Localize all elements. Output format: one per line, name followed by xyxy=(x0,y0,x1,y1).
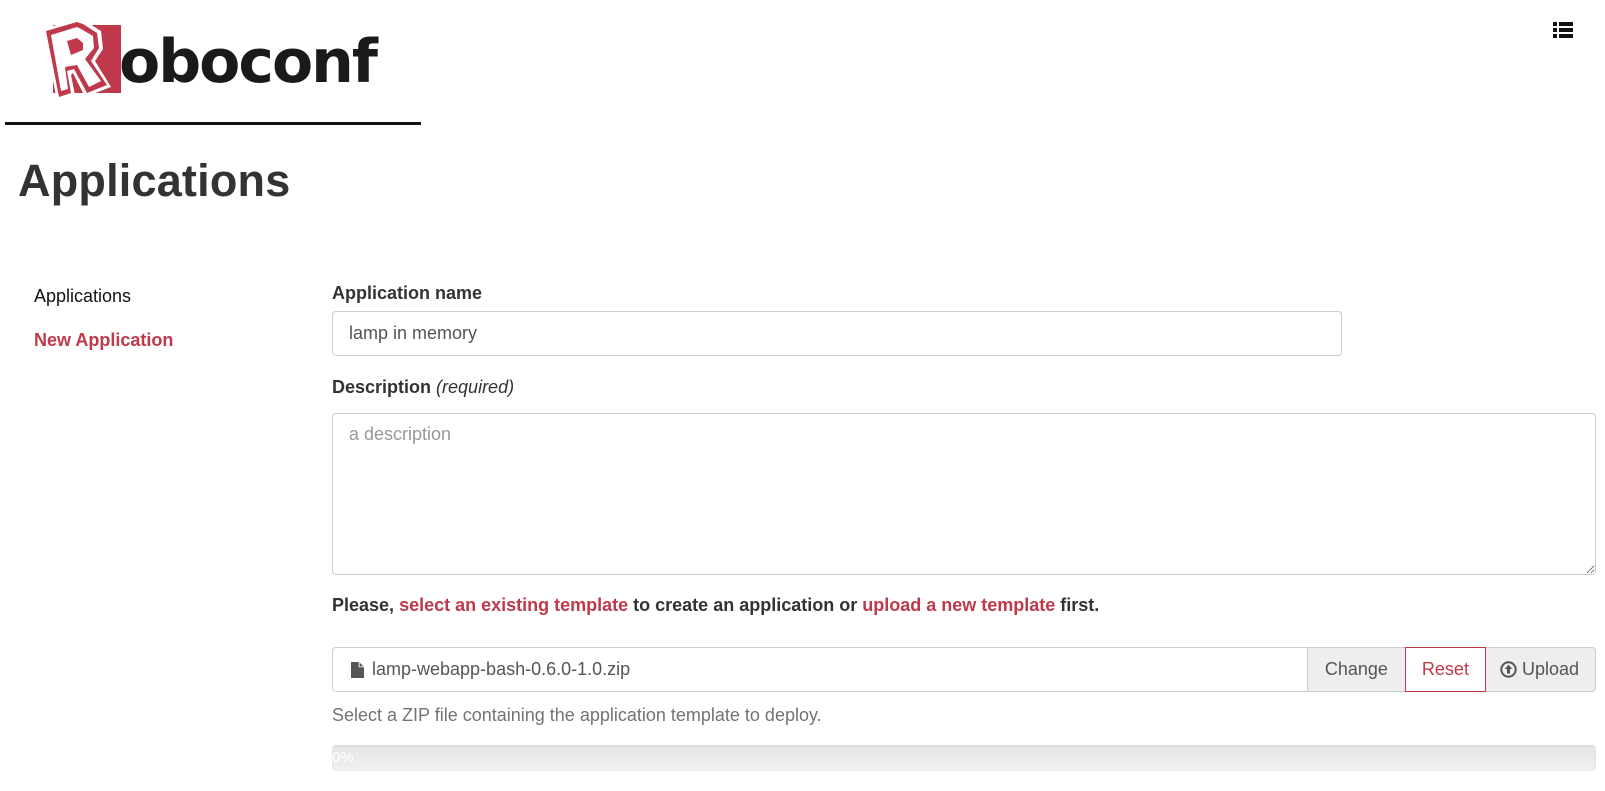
upload-progress-label: 0% xyxy=(332,749,354,766)
template-hint: Please, select an existing template to c… xyxy=(332,595,1099,616)
roboconf-logo[interactable]: oboconf xyxy=(41,16,378,104)
reset-button[interactable]: Reset xyxy=(1404,647,1486,692)
description-label-text: Description xyxy=(332,377,432,397)
sidebar-nav: Applications New Application xyxy=(34,285,173,351)
selected-file-display[interactable]: lamp-webapp-bash-0.6.0-1.0.zip xyxy=(332,647,1307,692)
logo-r-icon xyxy=(41,17,123,103)
description-label: Description (required) xyxy=(332,377,514,398)
file-help-text: Select a ZIP file containing the applica… xyxy=(332,705,822,725)
selected-filename: lamp-webapp-bash-0.6.0-1.0.zip xyxy=(372,659,631,679)
upload-progress: 0% xyxy=(332,745,1596,771)
sidebar-item-applications[interactable]: Applications xyxy=(34,285,173,307)
file-icon xyxy=(351,661,364,678)
logo-text: oboconf xyxy=(119,27,378,97)
upload-button[interactable]: Upload xyxy=(1485,647,1596,692)
new-application-form: Application name Description (required) … xyxy=(332,283,1596,771)
menu-toggle-button[interactable] xyxy=(1552,20,1574,40)
hint-prefix: Please, xyxy=(332,595,400,615)
change-file-button[interactable]: Change xyxy=(1306,647,1405,692)
file-upload-group: lamp-webapp-bash-0.6.0-1.0.zip Change Re… xyxy=(332,647,1596,692)
sidebar-item-new-application[interactable]: New Application xyxy=(34,329,173,351)
upload-new-template-link[interactable]: upload a new template xyxy=(862,595,1055,615)
required-marker: (required) xyxy=(436,377,515,397)
select-existing-template-link[interactable]: select an existing template xyxy=(399,595,628,615)
list-icon xyxy=(1553,22,1573,38)
description-textarea[interactable] xyxy=(332,413,1596,575)
header: oboconf xyxy=(5,0,421,125)
application-name-input[interactable] xyxy=(332,311,1342,356)
hint-suffix: first. xyxy=(1055,595,1100,615)
page-title: Applications xyxy=(18,155,291,206)
circle-arrow-up-icon xyxy=(1500,661,1517,678)
hint-middle: to create an application or xyxy=(628,595,863,615)
application-name-label: Application name xyxy=(332,283,483,303)
upload-button-label: Upload xyxy=(1521,659,1579,679)
